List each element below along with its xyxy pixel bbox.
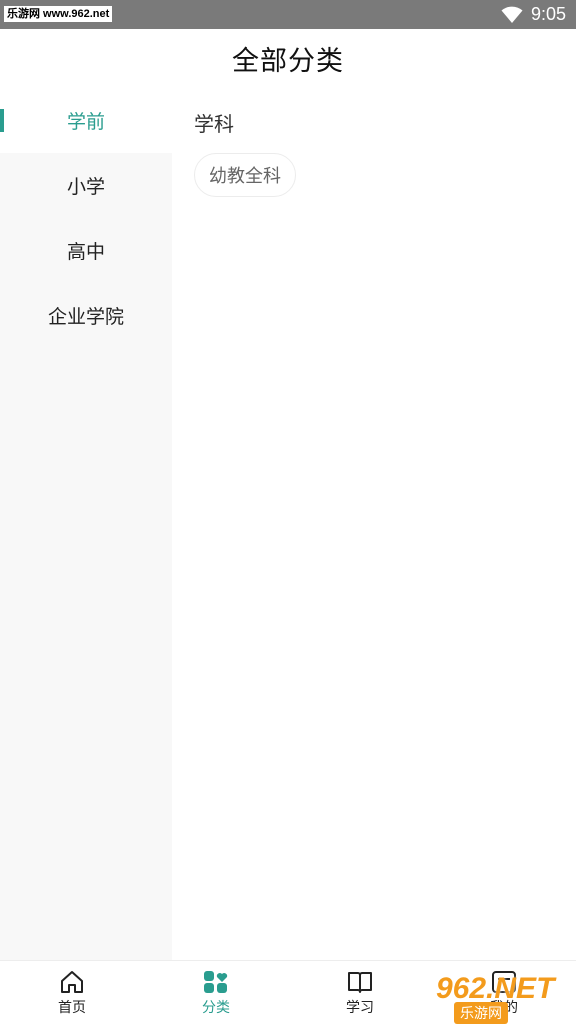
wifi-icon — [501, 6, 523, 23]
category-sidebar: 学前 小学 高中 企业学院 — [0, 88, 172, 960]
sidebar-item-enterprise[interactable]: 企业学院 — [0, 283, 172, 348]
tab-label: 学习 — [346, 1000, 374, 1016]
section-title: 学科 — [194, 112, 234, 136]
sidebar-item-primary[interactable]: 小学 — [0, 153, 172, 218]
sidebar-item-high-school[interactable]: 高中 — [0, 218, 172, 283]
page-title: 全部分类 — [232, 46, 344, 77]
sidebar-item-label: 学前 — [66, 111, 105, 133]
watermark-top: 962.NET — [436, 972, 555, 1005]
site-watermark: 962.NET 乐游网 — [436, 972, 570, 1024]
watermark-bottom: 乐游网 — [454, 1002, 508, 1024]
home-icon — [61, 971, 83, 993]
tab-label: 首页 — [58, 1000, 86, 1016]
tab-home[interactable]: 首页 — [0, 961, 144, 1025]
page-header: 全部分类 — [0, 29, 576, 89]
category-icon — [204, 971, 228, 993]
status-watermark: 乐游网 www.962.net — [4, 6, 113, 22]
status-right: 9:05 — [501, 0, 566, 29]
status-bar: 乐游网 www.962.net 9:05 — [0, 0, 576, 29]
subject-chip[interactable]: 幼教全科 — [194, 153, 296, 197]
tab-category[interactable]: 分类 — [144, 961, 288, 1025]
book-icon — [348, 972, 372, 993]
sidebar-item-label: 企业学院 — [47, 306, 124, 328]
category-content: 学科 幼教全科 — [172, 88, 576, 960]
sidebar-item-label: 高中 — [66, 241, 105, 263]
tab-label: 分类 — [202, 1000, 230, 1016]
sidebar-item-label: 小学 — [66, 176, 105, 198]
sidebar-item-preschool[interactable]: 学前 — [0, 88, 172, 153]
tab-study[interactable]: 学习 — [288, 961, 432, 1025]
status-time: 9:05 — [530, 4, 566, 24]
